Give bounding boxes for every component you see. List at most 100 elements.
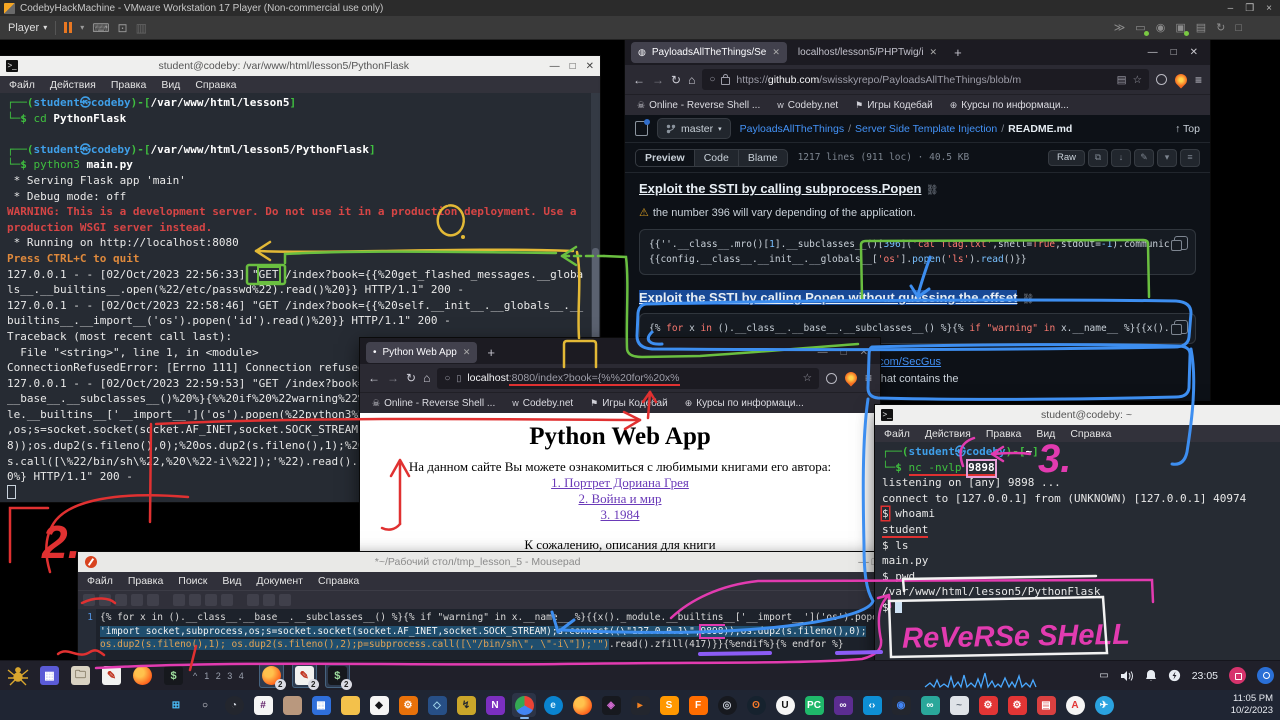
menu-hamburger-icon[interactable]: ≡ (1195, 73, 1202, 87)
taskbar-app-icon[interactable]: ◆ (367, 693, 391, 717)
fullscreen-icon[interactable]: ⊡ (118, 22, 128, 34)
maximize-button[interactable]: □ (570, 61, 576, 72)
taskbar-app-icon[interactable]: ▦ (309, 693, 333, 717)
vmware-minimize-button[interactable]: – (1228, 3, 1234, 14)
vm-device-icon[interactable]: ▭ (1135, 21, 1145, 34)
display-icon[interactable]: ▭ (1099, 670, 1108, 681)
back-to-top-link[interactable]: ↑ Top (1175, 123, 1200, 135)
suspend-dropdown-icon[interactable]: ▾ (80, 22, 84, 34)
taskbar-running-app[interactable]: 2 (259, 663, 284, 688)
reader-mode-icon[interactable]: ▤ (1117, 74, 1127, 86)
menu-item[interactable]: Справка (318, 575, 359, 587)
codeby-logo-icon[interactable] (6, 664, 30, 688)
vmware-maximize-button[interactable]: ❒ (1245, 3, 1254, 14)
taskbar-app-icon[interactable]: ⚙ (1005, 693, 1029, 717)
taskbar-launcher-icon[interactable]: ▦ (37, 663, 62, 688)
edit-dropdown-icon[interactable]: ▾ (1157, 149, 1177, 167)
taskbar-app-icon[interactable]: ⚙ (396, 693, 420, 717)
taskbar-launcher-icon[interactable]: $ (161, 663, 186, 688)
send-ctrl-alt-del-icon[interactable]: ⌨ (92, 22, 109, 34)
back-icon[interactable]: ← (633, 73, 645, 87)
taskbar-app-icon[interactable] (280, 693, 304, 717)
extension-icon[interactable] (1156, 74, 1167, 85)
ssti-heading-1[interactable]: Exploit the SSTI by calling subprocess.P… (639, 181, 921, 196)
toolbar-icon[interactable] (189, 594, 201, 606)
branch-selector[interactable]: master▾ (657, 118, 731, 139)
new-tab-button[interactable]: + (481, 345, 501, 360)
power-manager-icon[interactable] (1168, 669, 1181, 682)
back-icon[interactable]: ← (368, 371, 380, 385)
taskbar-running-app[interactable]: ✎2 (292, 663, 317, 688)
menu-item[interactable]: Файл (87, 575, 113, 587)
edit-pencil-icon[interactable]: ✎ (1134, 149, 1154, 167)
bookmark-item[interactable]: ⚑Игры Кодебай (590, 398, 668, 409)
vm-device-icon[interactable]: ≫ (1114, 21, 1126, 34)
copy-icon[interactable] (1174, 236, 1188, 250)
menu-item[interactable]: Документ (256, 575, 303, 587)
menu-item[interactable]: Поиск (178, 575, 207, 587)
home-icon[interactable]: ⌂ (423, 371, 430, 385)
forward-icon[interactable]: → (652, 73, 664, 87)
bookmark-item[interactable]: wCodeby.net (777, 100, 838, 111)
vm-device-icon[interactable]: ◉ (1156, 21, 1166, 34)
bookmark-item[interactable]: ⊕Курсы по информаци... (950, 100, 1069, 111)
minimize-button[interactable]: — (550, 61, 560, 72)
taskbar-app-icon[interactable]: ʘ (744, 693, 768, 717)
taskbar-app-icon[interactable]: U (773, 693, 797, 717)
taskbar-app-icon[interactable] (512, 693, 536, 717)
taskbar-app-icon[interactable]: ∞ (831, 693, 855, 717)
mousepad-editor[interactable]: 1 {% for x in ().__class__.__base__.__su… (78, 609, 885, 661)
view-tab[interactable]: Blame (739, 150, 787, 166)
reload-icon[interactable]: ↻ (671, 73, 681, 87)
toolbar-icon[interactable] (99, 594, 111, 606)
menu-item[interactable]: Правка (111, 79, 146, 91)
taskbar-launcher-icon[interactable]: 🗀 (68, 663, 93, 688)
taskbar-app-icon[interactable]: PC (802, 693, 826, 717)
lock-tray-icon[interactable] (1229, 667, 1246, 684)
toolbar-icon[interactable] (205, 594, 217, 606)
book-link[interactable]: 1. Портрет Дориана Грея (551, 475, 689, 490)
taskbar-running-app[interactable]: $2 (325, 663, 350, 688)
vm-clock[interactable]: 23:05 (1192, 670, 1218, 682)
vm-device-icon[interactable]: ▣ (1175, 21, 1185, 34)
taskbar-app-icon[interactable]: ◔ (222, 693, 246, 717)
view-tab[interactable]: Preview (636, 150, 695, 166)
taskbar-launcher-icon[interactable]: ✎ (99, 663, 124, 688)
terminal2-output[interactable]: ┌──(student㉿codeby)-[~]└─$ nc -nvlp 9898… (875, 442, 1280, 660)
menu-item[interactable]: Действия (50, 79, 96, 91)
tab-close-icon[interactable]: ✕ (463, 347, 471, 358)
flame-extension-icon[interactable] (1172, 71, 1189, 88)
menu-hamburger-icon[interactable]: ≡ (865, 371, 872, 385)
taskbar-app-icon[interactable]: # (251, 693, 275, 717)
taskbar-app-icon[interactable]: ⊞ (164, 693, 188, 717)
bookmark-item[interactable]: ⚑Игры Кодебай (855, 100, 933, 111)
taskbar-app-icon[interactable]: ◈ (599, 693, 623, 717)
close-button[interactable]: ✕ (860, 347, 868, 358)
taskbar-app-icon[interactable]: ↯ (454, 693, 478, 717)
tab-localhost-phptwig[interactable]: localhost/lesson5/PHPTwig/i ✕ (791, 42, 944, 63)
minimize-button[interactable]: — (858, 556, 869, 568)
tray-app-icon[interactable] (1257, 667, 1274, 684)
tab-close-icon[interactable]: ✕ (930, 47, 938, 58)
minimize-button[interactable]: — (1148, 47, 1158, 58)
outline-icon[interactable]: ≡ (1180, 149, 1200, 167)
menu-item[interactable]: Правка (128, 575, 163, 587)
taskbar-app-icon[interactable]: S (657, 693, 681, 717)
toolbar-icon[interactable] (221, 594, 233, 606)
copy-icon[interactable] (1174, 320, 1188, 334)
menu-item[interactable]: Файл (9, 79, 35, 91)
bookmark-item[interactable]: wCodeby.net (512, 398, 573, 409)
bookmark-star-icon[interactable]: ☆ (1133, 74, 1142, 86)
new-tab-button[interactable]: + (948, 45, 968, 60)
mousepad-titlebar[interactable]: *~/Рабочий стол/tmp_lesson_5 - Mousepad … (78, 552, 885, 572)
home-icon[interactable]: ⌂ (688, 73, 695, 87)
breadcrumb-folder[interactable]: Server Side Template Injection (855, 123, 997, 135)
taskbar-app-icon[interactable]: ◇ (425, 693, 449, 717)
taskbar-app-icon[interactable]: F (686, 693, 710, 717)
anchor-link-icon[interactable]: ⛓ (926, 185, 939, 196)
maximize-button[interactable]: □ (841, 347, 847, 358)
taskbar-app-icon[interactable]: ‹› (860, 693, 884, 717)
maximize-button[interactable]: □ (1171, 47, 1177, 58)
minimize-button[interactable]: — (818, 347, 828, 358)
tab-python-web-app[interactable]: • Python Web App ✕ (366, 342, 477, 363)
